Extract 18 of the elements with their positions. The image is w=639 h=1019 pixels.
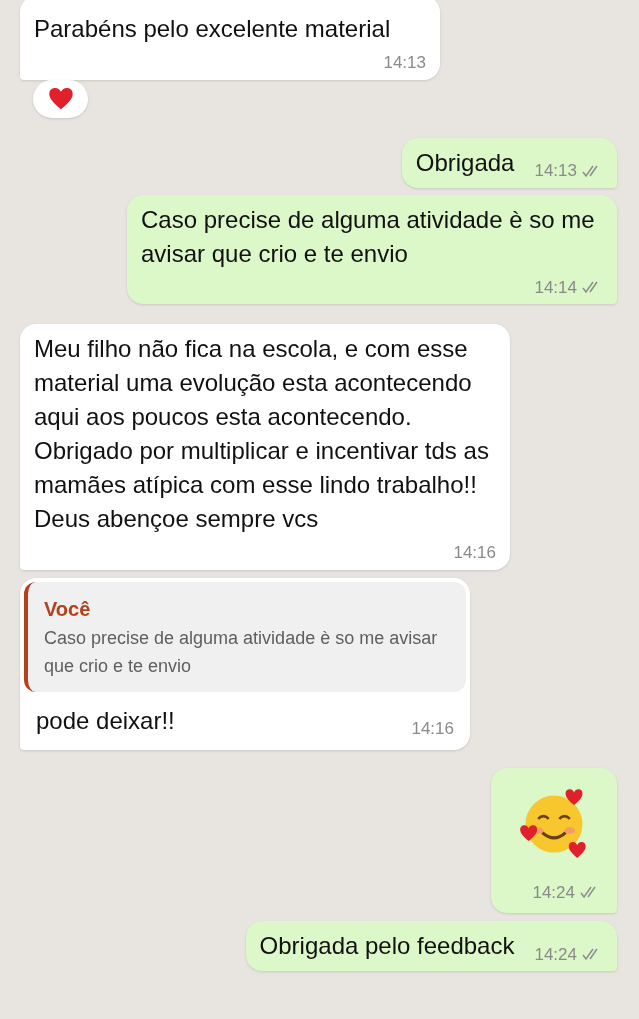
quoted-message[interactable]: Você Caso precise de alguma atividade è so me avisar que crio e te envio [24,581,466,692]
reaction-badge[interactable] [33,79,88,118]
message-time: 14:24 [534,943,577,966]
message-time: 14:24 [532,881,575,904]
message-text: Parabéns pelo excelente material [34,14,391,44]
message-text: pode deixar!! [36,705,175,736]
quote-author: Você [44,596,92,622]
message-text: Obrigada pelo feedback [259,931,515,961]
message-text: Obrigada [415,147,515,178]
message-time: 14:16 [411,718,454,740]
heart-icon [47,86,74,111]
quote-text: Caso precise de alguma atividade è so me avisar que crio e te envio [44,626,439,678]
message-text: Meu filho não fica na escola, e com esse material uma evolução esta acontecendo aqui aos poucos esta acontecendo. Obrigado por multiplicar e incentivar tds as mamães atípica com esse lindo trabalho!! Deus abençoe sempre vcs [34,334,490,534]
message-time: 14:13 [534,160,577,182]
message-time: 14:14 [534,276,577,299]
message-time: 14:13 [383,52,426,74]
message-text: Caso precise de alguma atividade è so me avisar que crio e te envio [141,204,596,269]
message-time: 14:16 [453,542,496,564]
